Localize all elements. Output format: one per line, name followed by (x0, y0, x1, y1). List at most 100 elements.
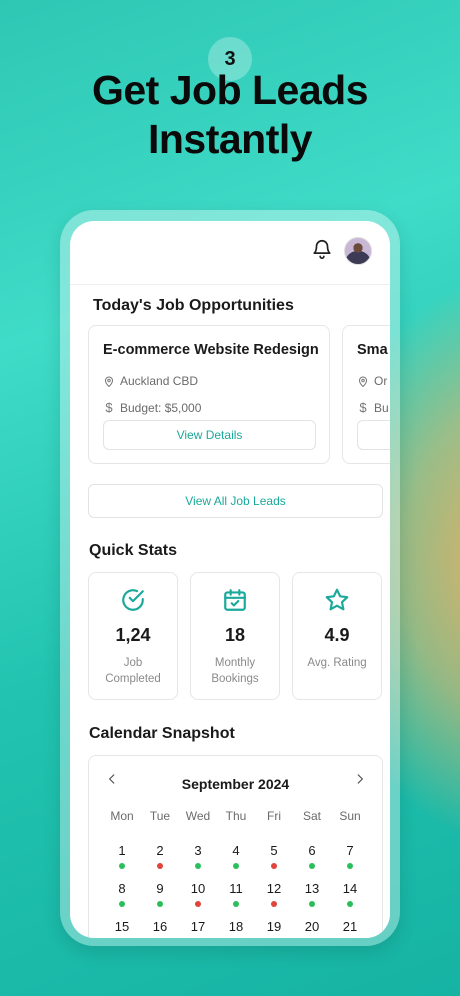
stat-label: Monthly Bookings (195, 655, 275, 687)
weekday-label: Wed (185, 809, 211, 823)
job-card[interactable]: E-commerce Website Redesign Auckland CBD… (88, 325, 330, 464)
promo-headline: Get Job Leads Instantly (0, 66, 460, 164)
calendar-day[interactable]: 12 (255, 881, 293, 907)
calendar-day-number: 15 (114, 919, 130, 934)
job-location-text: Auckland CBD (120, 374, 199, 388)
calendar-day[interactable]: 5 (255, 843, 293, 869)
todays-jobs-title: Today's Job Opportunities (93, 297, 294, 314)
calendar-day[interactable]: 3 (179, 843, 217, 869)
calendar-day-number: 3 (194, 843, 202, 858)
calendar-day[interactable]: 15 (103, 919, 141, 938)
available-day-dot (195, 863, 201, 869)
calendar-month-label: September 2024 (181, 776, 290, 792)
calendar-day-number: 1 (118, 843, 126, 858)
weekday-label: Mon (110, 809, 134, 823)
weekday-label: Fri (267, 809, 281, 823)
calendar-day[interactable]: 19 (255, 919, 293, 938)
calendar-day-number: 12 (266, 881, 282, 896)
quick-stats-title: Quick Stats (89, 542, 178, 559)
calendar-day[interactable]: 8 (103, 881, 141, 907)
chevron-right-icon[interactable] (353, 772, 367, 786)
calendar-check-icon (224, 589, 246, 611)
job-title: Sma (357, 342, 388, 358)
calendar-day-number: 8 (118, 881, 126, 896)
weekday-label: Tue (149, 809, 171, 823)
booked-day-dot (157, 863, 163, 869)
booked-day-dot (271, 863, 277, 869)
available-day-dot (309, 863, 315, 869)
dollar-icon: $ (105, 400, 113, 415)
job-location: Or (357, 374, 387, 388)
calendar-day-number: 19 (266, 919, 282, 934)
view-details-button[interactable]: View Details (103, 420, 316, 450)
calendar-day[interactable]: 10 (179, 881, 217, 907)
job-card[interactable]: Sma Or $ Bu (342, 325, 390, 464)
star-icon (325, 588, 349, 611)
job-location: Auckland CBD (103, 374, 198, 388)
dollar-icon: $ (359, 400, 367, 415)
calendar-day-number: 2 (156, 843, 164, 858)
calendar-day[interactable]: 18 (217, 919, 255, 938)
job-budget-text: Budget: $5,000 (120, 400, 202, 415)
calendar-day[interactable]: 11 (217, 881, 255, 907)
available-day-dot (309, 901, 315, 907)
calendar-day-number: 7 (346, 843, 354, 858)
calendar-day[interactable]: 6 (293, 843, 331, 869)
calendar-day[interactable]: 20 (293, 919, 331, 938)
calendar-day[interactable]: 13 (293, 881, 331, 907)
available-day-dot (233, 863, 239, 869)
job-title: E-commerce Website Redesign (103, 342, 319, 358)
calendar-day-number: 20 (304, 919, 320, 934)
location-pin-icon (104, 376, 114, 387)
calendar-day-number: 18 (228, 919, 244, 934)
calendar-day[interactable]: 14 (331, 881, 369, 907)
job-location-text: Or (374, 374, 388, 388)
location-pin-icon (358, 376, 368, 387)
view-details-button[interactable] (357, 420, 390, 450)
stat-label-line: Monthly (214, 657, 256, 669)
calendar-day-number: 13 (304, 881, 320, 896)
calendar-day-number: 17 (190, 919, 206, 934)
stat-label: Job Completed (93, 655, 173, 687)
stat-value: 1,24 (115, 625, 151, 645)
calendar-snapshot-title: Calendar Snapshot (89, 725, 235, 742)
job-budget: $ Bu (357, 400, 388, 415)
calendar-day[interactable]: 2 (141, 843, 179, 869)
booked-day-dot (195, 901, 201, 907)
calendar-day-number: 4 (232, 843, 240, 858)
weekday-label: Sat (302, 809, 321, 823)
available-day-dot (347, 901, 353, 907)
headline-line-1: Get Job Leads (91, 67, 369, 113)
calendar-day-number: 14 (342, 881, 358, 896)
calendar-day[interactable]: 1 (103, 843, 141, 869)
app-top-bar (70, 221, 390, 285)
job-budget: $ Budget: $5,000 (103, 400, 201, 415)
booked-day-dot (271, 901, 277, 907)
available-day-dot (233, 901, 239, 907)
calendar-day[interactable]: 21 (331, 919, 369, 938)
calendar-day[interactable]: 16 (141, 919, 179, 938)
stat-label-line: Avg. Rating (307, 657, 367, 669)
stat-card-monthly-bookings: 18 Monthly Bookings (190, 572, 280, 700)
calendar-day-number: 10 (190, 881, 206, 896)
available-day-dot (119, 863, 125, 869)
view-all-job-leads-button[interactable]: View All Job Leads (88, 484, 383, 518)
stat-label-line: Completed (105, 673, 161, 685)
calendar-day-number: 16 (152, 919, 168, 934)
calendar-day[interactable]: 7 (331, 843, 369, 869)
stat-card-avg-rating: 4.9 Avg. Rating (292, 572, 382, 700)
available-day-dot (119, 901, 125, 907)
calendar-day[interactable]: 17 (179, 919, 217, 938)
calendar-day[interactable]: 4 (217, 843, 255, 869)
check-circle-icon (122, 589, 144, 611)
calendar-card: September 2024 Mon Tue Wed Thu Fri Sat Sun 1 2 3 4… (88, 755, 383, 938)
user-avatar[interactable] (344, 237, 372, 265)
headline-line-2: Instantly (147, 116, 313, 162)
weekday-label: Thu (225, 809, 247, 823)
calendar-day-number: 9 (156, 881, 164, 896)
calendar-day[interactable]: 9 (141, 881, 179, 907)
available-day-dot (157, 901, 163, 907)
notification-bell-icon[interactable] (311, 238, 333, 260)
calendar-day-number: 6 (308, 843, 316, 858)
stat-label: Avg. Rating (297, 655, 377, 671)
